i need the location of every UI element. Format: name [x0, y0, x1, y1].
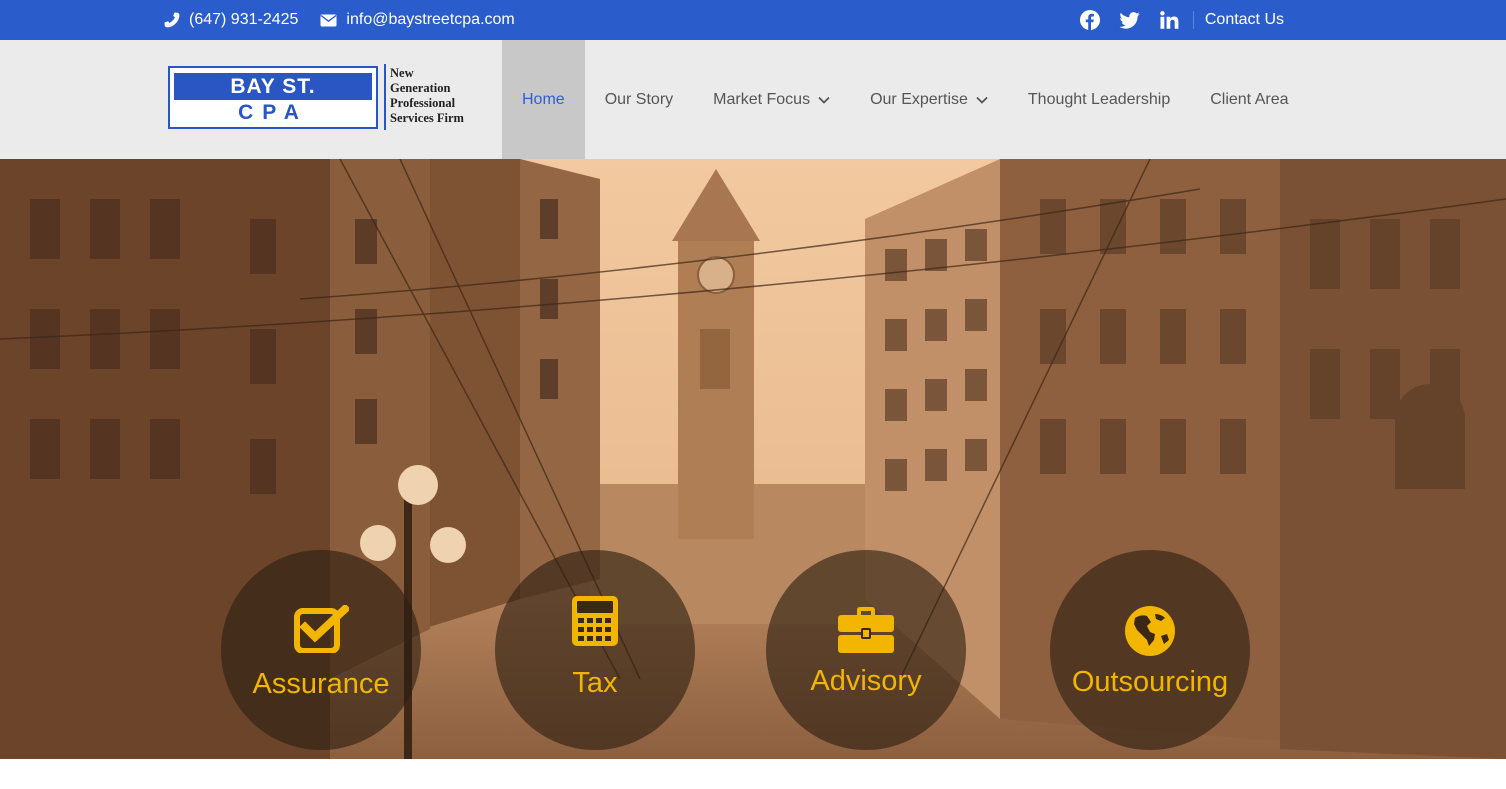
linkedin-icon [1160, 11, 1179, 29]
briefcase-icon [838, 607, 894, 653]
nav-market-focus[interactable]: Market Focus [693, 40, 850, 159]
topbar-divider [1192, 11, 1194, 29]
contact-info: (647) 931-2425 info@baystreetcpa.com [164, 0, 537, 40]
checkbox-icon [294, 605, 349, 653]
service-label: Assurance [252, 668, 390, 700]
twitter-icon [1119, 11, 1141, 29]
nav-label: Market Focus [713, 90, 811, 108]
nav-label: Thought Leadership [1027, 90, 1171, 108]
nav-label: Our Expertise [870, 90, 968, 108]
twitter-link[interactable] [1119, 9, 1141, 31]
service-outsourcing[interactable]: Outsourcing [1050, 550, 1250, 750]
tagline-line: Generation [390, 81, 451, 95]
site-header: BAY ST. CPA New Generation Professional … [0, 40, 1506, 159]
tagline-line: Professional [390, 96, 456, 110]
nav-home[interactable]: Home [502, 40, 585, 159]
envelope-icon [320, 14, 337, 26]
email-link[interactable]: info@baystreetcpa.com [320, 11, 515, 29]
service-tax[interactable]: Tax [495, 550, 695, 750]
service-advisory[interactable]: Advisory [766, 550, 966, 750]
chevron-down-icon [976, 96, 988, 104]
service-label: Outsourcing [1071, 666, 1229, 698]
logo-badge: BAY ST. CPA [168, 66, 378, 129]
linkedin-link[interactable] [1159, 9, 1181, 31]
calculator-icon [572, 596, 618, 646]
globe-icon [1125, 606, 1175, 656]
chevron-down-icon [818, 96, 830, 104]
logo-line2: CPA [238, 101, 308, 124]
top-bar: (647) 931-2425 info@baystreetcpa.com Con… [0, 0, 1506, 40]
nav-label: Our Story [604, 90, 674, 108]
hero-banner: Assurance Tax Advisory Outsourcing [0, 159, 1506, 759]
service-label: Advisory [810, 665, 922, 697]
contact-us-link[interactable]: Contact Us [1205, 11, 1284, 29]
phone-number: (647) 931-2425 [189, 11, 299, 28]
facebook-link[interactable] [1079, 9, 1101, 31]
facebook-icon [1079, 10, 1100, 30]
tagline-line: New [390, 66, 414, 80]
phone-link[interactable]: (647) 931-2425 [164, 11, 298, 29]
nav-label: Home [522, 90, 565, 108]
logo-divider [384, 64, 386, 130]
main-nav: Home Our Story Market Focus Our Expertis… [502, 40, 1308, 159]
logo-line1: BAY ST. [174, 73, 372, 100]
logo[interactable]: BAY ST. CPA New Generation Professional … [168, 62, 464, 134]
social-links: Contact Us [1079, 0, 1284, 40]
tagline-line: Services Firm [390, 111, 464, 125]
nav-our-story[interactable]: Our Story [585, 40, 693, 159]
nav-our-expertise[interactable]: Our Expertise [850, 40, 1008, 159]
nav-thought-leadership[interactable]: Thought Leadership [1008, 40, 1190, 159]
service-assurance[interactable]: Assurance [221, 550, 421, 750]
phone-icon [164, 12, 180, 28]
email-address: info@baystreetcpa.com [346, 11, 515, 28]
logo-tagline: New Generation Professional Services Fir… [390, 66, 470, 126]
nav-client-area[interactable]: Client Area [1190, 40, 1308, 159]
service-label: Tax [572, 667, 618, 699]
nav-label: Client Area [1210, 90, 1289, 108]
